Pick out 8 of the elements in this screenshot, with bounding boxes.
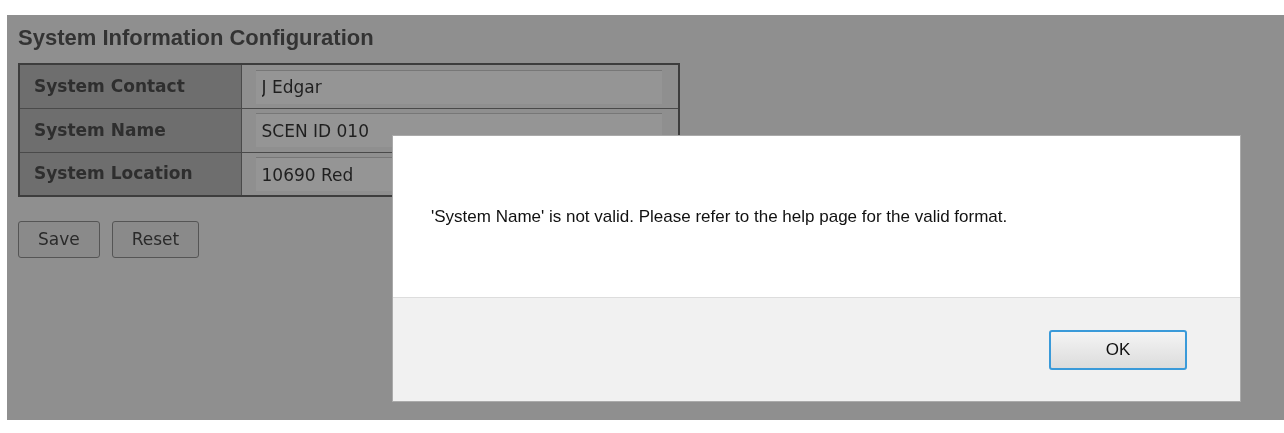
field-label: System Name <box>19 108 241 153</box>
ok-button[interactable]: OK <box>1049 329 1187 370</box>
field-label: System Contact <box>19 64 241 109</box>
field-label: System Location <box>19 152 241 197</box>
reset-button[interactable]: Reset <box>111 221 200 259</box>
page-title: System Information Configuration <box>18 25 375 52</box>
error-message: 'System Name' is not valid. Please refer to the help page for the valid format. <box>431 205 1008 228</box>
save-button[interactable]: Save <box>18 221 100 259</box>
